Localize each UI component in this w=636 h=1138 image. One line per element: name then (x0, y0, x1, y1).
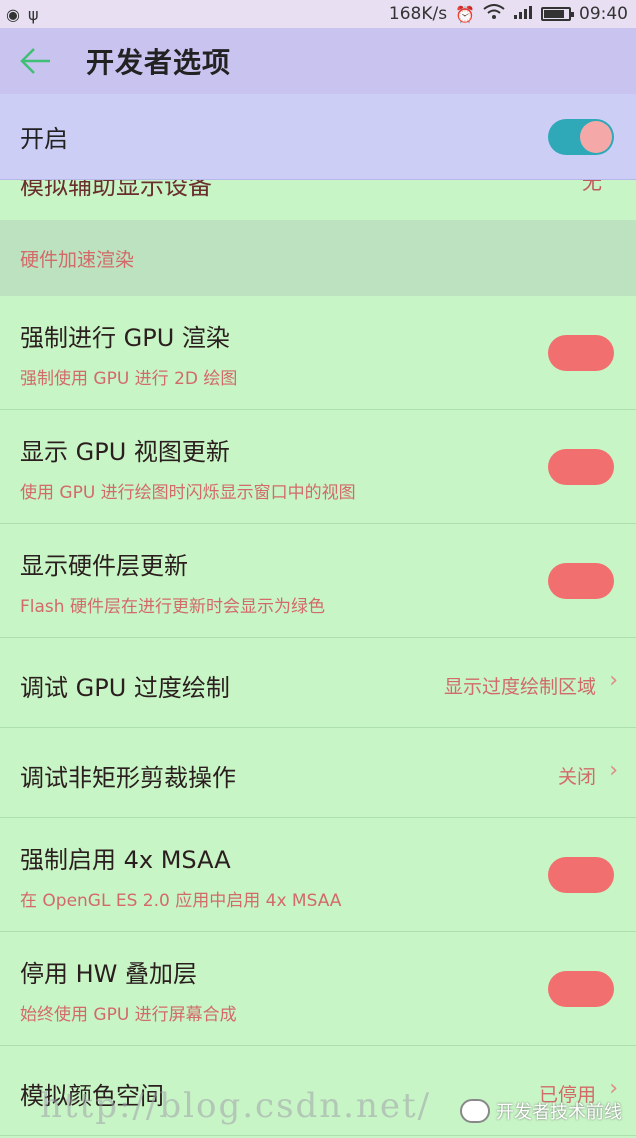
setting-title: 调试非矩形剪裁操作 (20, 764, 236, 792)
setting-show-hw-layer-updates[interactable]: 显示硬件层更新 Flash 硬件层在进行更新时会显示为绿色 (0, 524, 636, 638)
toggle-switch[interactable] (548, 449, 614, 485)
wifi-icon (483, 4, 505, 24)
setting-force-4x-msaa[interactable]: 强制启用 4x MSAA 在 OpenGL ES 2.0 应用中启用 4x MS… (0, 818, 636, 932)
toggle-switch[interactable] (548, 857, 614, 893)
status-right: 168K/s ⏰ 09:40 (389, 4, 628, 24)
clipped-list-item[interactable]: 模拟辅助显示设备 无 (0, 180, 636, 220)
setting-title: 调试 GPU 过度绘制 (20, 674, 230, 702)
setting-force-gpu-rendering[interactable]: 强制进行 GPU 渲染 强制使用 GPU 进行 2D 绘图 (0, 296, 636, 410)
brand-label: 开发者技术前线 (496, 1102, 622, 1123)
setting-subtitle: 使用 GPU 进行绘图时闪烁显示窗口中的视图 (20, 483, 356, 503)
battery-icon (541, 7, 574, 21)
setting-title: 显示硬件层更新 (20, 552, 188, 580)
master-switch-label: 开启 (20, 125, 68, 153)
setting-debug-gpu-overdraw[interactable]: 调试 GPU 过度绘制 显示过度绘制区域 › (0, 638, 636, 728)
watermark-url: http://blog.csdn.net/ (40, 1086, 432, 1126)
master-switch-row[interactable]: 开启 (0, 94, 636, 180)
setting-title: 停用 HW 叠加层 (20, 960, 198, 988)
signal-icon (513, 4, 533, 24)
settings-list: 强制进行 GPU 渲染 强制使用 GPU 进行 2D 绘图 显示 GPU 视图更… (0, 296, 636, 1136)
toggle-switch[interactable] (548, 335, 614, 371)
alarm-icon: ⏰ (455, 4, 475, 24)
setting-title: 强制启用 4x MSAA (20, 846, 231, 874)
back-arrow-icon[interactable] (18, 43, 54, 79)
master-toggle[interactable] (548, 118, 614, 155)
watermark-brand: 开发者技术前线 (460, 1098, 622, 1124)
wechat-icon (460, 1099, 490, 1123)
setting-value: 显示过度绘制区域 (443, 676, 596, 698)
setting-subtitle: 始终使用 GPU 进行屏幕合成 (20, 1005, 237, 1025)
clipped-item-value: 无 (582, 180, 602, 194)
chevron-right-icon: › (609, 668, 618, 693)
clock: 09:40 (579, 4, 628, 24)
setting-disable-hw-overlays[interactable]: 停用 HW 叠加层 始终使用 GPU 进行屏幕合成 (0, 932, 636, 1046)
clipped-item-title: 模拟辅助显示设备 (20, 180, 212, 200)
app-bar: 开发者选项 (0, 28, 636, 94)
notification-icon: ◉ (6, 4, 20, 24)
page-title: 开发者选项 (86, 46, 232, 79)
setting-title: 强制进行 GPU 渲染 (20, 324, 230, 352)
setting-subtitle: Flash 硬件层在进行更新时会显示为绿色 (20, 597, 325, 617)
setting-subtitle: 在 OpenGL ES 2.0 应用中启用 4x MSAA (20, 891, 342, 911)
network-speed: 168K/s (388, 4, 448, 24)
toggle-switch[interactable] (548, 971, 614, 1007)
chevron-right-icon: › (609, 758, 618, 783)
setting-title: 显示 GPU 视图更新 (20, 438, 230, 466)
toggle-switch[interactable] (548, 563, 614, 599)
status-bar: ◉ ψ 168K/s ⏰ 09:40 (0, 0, 636, 28)
section-header: 硬件加速渲染 (0, 220, 636, 296)
usb-icon: ψ (27, 4, 39, 24)
setting-show-gpu-view-updates[interactable]: 显示 GPU 视图更新 使用 GPU 进行绘图时闪烁显示窗口中的视图 (0, 410, 636, 524)
setting-debug-nonrect-clip[interactable]: 调试非矩形剪裁操作 关闭 › (0, 728, 636, 818)
status-left: ◉ ψ (6, 5, 39, 24)
setting-subtitle: 强制使用 GPU 进行 2D 绘图 (20, 369, 238, 389)
setting-value: 关闭 (557, 766, 596, 788)
